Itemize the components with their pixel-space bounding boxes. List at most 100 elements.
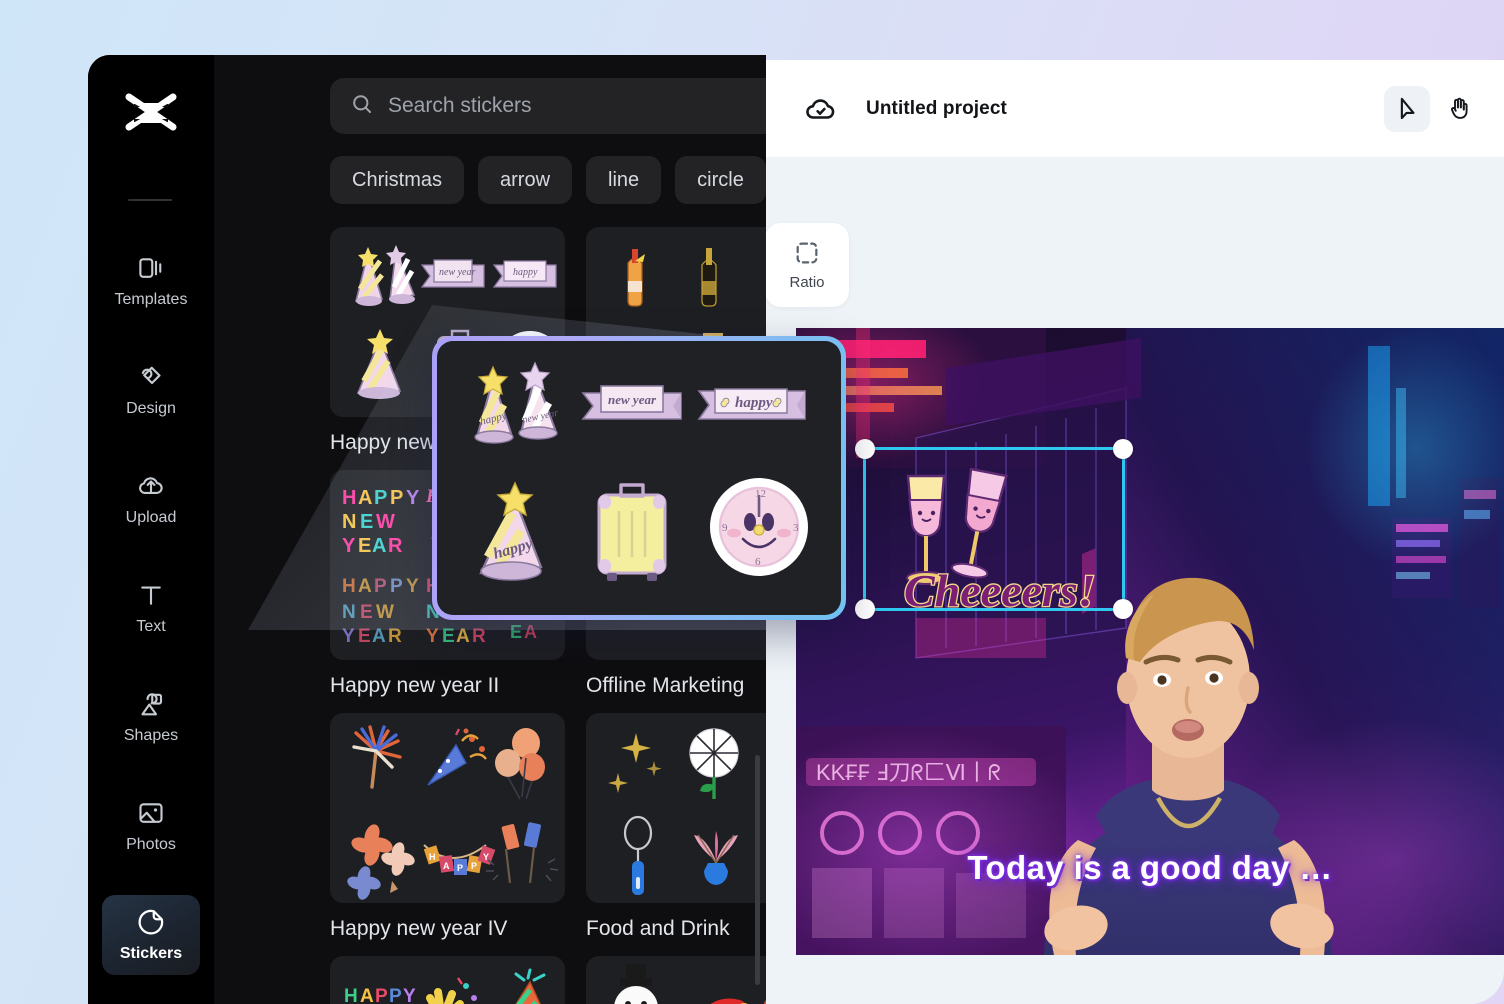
svg-text:A: A — [524, 622, 537, 642]
sidebar-label-shapes: Shapes — [123, 727, 179, 744]
sidebar-item-upload[interactable]: Upload — [102, 459, 200, 539]
svg-text:A: A — [358, 487, 372, 509]
sidebar-item-stickers[interactable]: Stickers — [102, 895, 200, 975]
svg-text:H: H — [429, 852, 436, 862]
group-thumb-happy-new-year-4: HA P PY — [347, 725, 559, 900]
resize-handle-top-right[interactable] — [1113, 439, 1133, 459]
video-preview[interactable]: KK₣₣ Ⅎ刀ᖇ匚Ⅵ丨ᖇ Cheeeers! Today is a good d… — [796, 328, 1504, 955]
chip-line[interactable]: line — [586, 156, 662, 204]
svg-text:A: A — [443, 861, 450, 871]
sticker-group-card[interactable] — [586, 956, 766, 1004]
sidebar-item-frame[interactable] — [102, 1000, 200, 1004]
resize-handle-bottom-left[interactable] — [855, 599, 875, 619]
cloud-saved-icon[interactable] — [804, 92, 838, 126]
party-hats-pair: happy new year — [474, 361, 559, 444]
svg-text:12: 12 — [755, 488, 766, 500]
sidebar-label-templates: Templates — [114, 291, 188, 308]
sticker-group-card[interactable] — [586, 713, 766, 903]
ratio-icon — [793, 239, 821, 267]
search-stickers-field[interactable]: Search stickers — [330, 78, 766, 134]
sticker-group-card[interactable]: HAPPY — [330, 713, 565, 903]
svg-text:H: H — [342, 487, 356, 509]
svg-text:R: R — [388, 535, 403, 557]
sidebar-item-shapes[interactable]: Shapes — [102, 677, 200, 757]
happy-banner: happy — [697, 388, 806, 420]
app-root: Untitled project Ratio KK₣₣ Ⅎ刀ᖇ匚Ⅵ丨ᖇ Chee… — [0, 0, 1504, 1004]
resize-handle-bottom-right[interactable] — [1113, 599, 1133, 619]
rail-divider — [128, 199, 172, 201]
ratio-label: Ratio — [789, 274, 825, 291]
sidebar-label-upload: Upload — [125, 509, 177, 526]
editor-area: Untitled project Ratio KK₣₣ Ⅎ刀ᖇ匚Ⅵ丨ᖇ Chee… — [765, 60, 1504, 1004]
upload-cloud-icon — [136, 471, 166, 501]
svg-text:P: P — [374, 487, 387, 509]
new-year-banner: new year — [581, 385, 682, 420]
sticker-group-label: Happy new year II — [330, 674, 500, 697]
svg-text:P: P — [374, 576, 387, 597]
svg-text:Y: Y — [342, 535, 356, 557]
photos-icon — [136, 798, 166, 828]
templates-icon — [136, 253, 166, 283]
chip-christmas[interactable]: Christmas — [330, 156, 465, 204]
sticker-group-label: Happy new year IV — [330, 917, 508, 940]
svg-text:Y: Y — [342, 626, 355, 647]
shapes-icon — [136, 689, 166, 719]
svg-text:N: N — [342, 602, 356, 623]
sidebar-label-text: Text — [136, 618, 166, 635]
editor-topbar: Untitled project — [765, 60, 1504, 157]
svg-text:E: E — [360, 602, 373, 623]
resize-handle-top-left[interactable] — [855, 439, 875, 459]
suitcase — [597, 483, 667, 581]
topbar-tools — [1384, 85, 1482, 132]
sticker-group[interactable]: HAPPY — [330, 713, 565, 941]
select-tool[interactable] — [1384, 85, 1430, 132]
svg-text:Y: Y — [406, 576, 419, 597]
sticker-group-card[interactable]: HAPPY — [330, 956, 565, 1004]
sidebar-item-photos[interactable]: Photos — [102, 786, 200, 866]
preview-stickers: happy new year new year happy happy 12 3… — [474, 361, 808, 581]
ratio-button[interactable]: Ratio — [765, 223, 849, 307]
hand-tool[interactable] — [1436, 86, 1482, 132]
design-icon — [136, 362, 166, 392]
svg-text:P: P — [390, 487, 403, 509]
sidebar-label-stickers: Stickers — [119, 945, 183, 962]
svg-text:P: P — [457, 863, 463, 873]
sticker-icon — [136, 907, 166, 937]
group-thumb-row4-left: HAPPY — [344, 968, 546, 1004]
search-icon — [350, 92, 374, 121]
video-caption[interactable]: Today is a good day … — [796, 849, 1504, 887]
svg-text:P: P — [375, 986, 388, 1004]
svg-text:new year: new year — [439, 267, 475, 278]
svg-text:P: P — [471, 861, 477, 871]
svg-text:H: H — [342, 576, 356, 597]
sticker-group[interactable]: Food and Drink — [586, 713, 766, 941]
canvas-area: Ratio KK₣₣ Ⅎ刀ᖇ匚Ⅵ丨ᖇ Cheeeers! Today is a … — [765, 157, 1504, 1004]
svg-text:W: W — [376, 602, 394, 623]
sticker-preview-popup[interactable]: happy new year new year happy happy 12 3… — [432, 336, 846, 620]
chip-circle[interactable]: circle — [675, 156, 766, 204]
svg-text:Y: Y — [403, 986, 416, 1004]
sidebar-item-templates[interactable]: Templates — [102, 241, 200, 321]
sidebar-item-text[interactable]: Text — [102, 568, 200, 648]
svg-text:A: A — [358, 576, 372, 597]
project-title[interactable]: Untitled project — [866, 98, 1007, 120]
selection-box[interactable] — [855, 439, 1133, 619]
sidebar-item-design[interactable]: Design — [102, 350, 200, 430]
svg-text:E: E — [358, 626, 371, 647]
panel-scrollbar[interactable] — [755, 755, 760, 985]
sticker-preview-content: happy new year new year happy happy 12 3… — [437, 341, 841, 615]
sticker-group[interactable] — [586, 956, 766, 1004]
svg-text:3: 3 — [793, 522, 799, 534]
app-frame: Untitled project Ratio KK₣₣ Ⅎ刀ᖇ匚Ⅵ丨ᖇ Chee… — [0, 0, 1504, 1004]
capcut-logo-icon[interactable] — [121, 83, 181, 143]
group-thumb-row4-right — [614, 964, 766, 1004]
svg-text:E: E — [442, 626, 455, 647]
chip-arrow[interactable]: arrow — [478, 156, 573, 204]
svg-text:E: E — [360, 511, 373, 533]
sticker-group[interactable]: HAPPY — [330, 956, 565, 1004]
svg-text:Y: Y — [426, 626, 439, 647]
svg-text:P: P — [390, 576, 403, 597]
svg-text:E: E — [358, 535, 371, 557]
svg-text:happy: happy — [513, 267, 538, 278]
sticker-group-label: Offline Marketing — [586, 674, 745, 697]
